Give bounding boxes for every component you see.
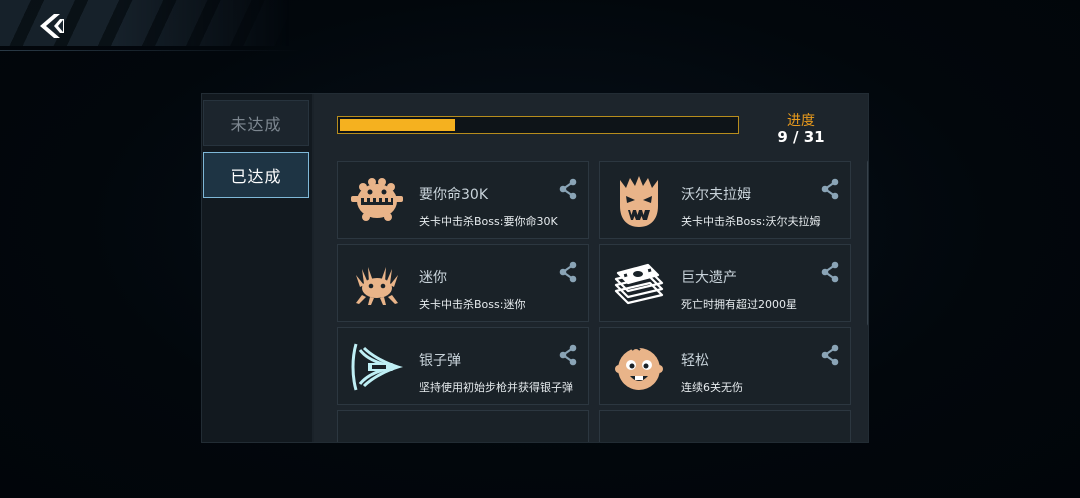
achievements-screen: 未达成 已达成 进度 9 / 31 要你命30K 关卡中击杀Boss:要你命30… bbox=[0, 0, 1080, 498]
achievement-card[interactable] bbox=[337, 410, 589, 442]
tab-completed[interactable]: 已达成 bbox=[203, 152, 309, 198]
achievement-desc: 关卡中击杀Boss:沃尔夫拉姆 bbox=[681, 215, 821, 228]
achievement-card[interactable]: 要你命30K 关卡中击杀Boss:要你命30K bbox=[337, 161, 589, 239]
progress-label: 进度 bbox=[787, 113, 815, 129]
silver-bullet-icon bbox=[351, 343, 404, 391]
share-icon[interactable] bbox=[819, 178, 841, 200]
achievement-card[interactable]: 沃尔夫拉姆 关卡中击杀Boss:沃尔夫拉姆 bbox=[599, 161, 851, 239]
achievement-desc: 坚持使用初始步枪并获得银子弹 bbox=[419, 381, 573, 394]
achievements-panel: 未达成 已达成 进度 9 / 31 要你命30K 关卡中击杀Boss:要你命30… bbox=[201, 93, 869, 443]
achievement-title: 沃尔夫拉姆 bbox=[681, 187, 751, 203]
tab-completed-label: 已达成 bbox=[230, 167, 282, 186]
achievement-title: 银子弹 bbox=[419, 353, 461, 369]
divider bbox=[0, 50, 300, 51]
top-bar bbox=[0, 0, 300, 52]
cash-stack-icon bbox=[614, 263, 664, 305]
achievement-card[interactable]: 巨大遗产 死亡时拥有超过2000星 bbox=[599, 244, 851, 322]
achievement-card[interactable]: 迷你 关卡中击杀Boss:迷你 bbox=[337, 244, 589, 322]
tab-incomplete[interactable]: 未达成 bbox=[203, 100, 309, 146]
achievement-title: 要你命30K bbox=[419, 187, 488, 203]
boss-30k-icon bbox=[351, 178, 403, 221]
achievement-desc: 死亡时拥有超过2000星 bbox=[681, 298, 797, 311]
back-arrow-icon bbox=[40, 14, 64, 38]
achievement-title: 巨大遗产 bbox=[681, 270, 737, 286]
share-icon[interactable] bbox=[557, 344, 579, 366]
share-icon[interactable] bbox=[819, 261, 841, 283]
share-icon[interactable] bbox=[819, 344, 841, 366]
share-icon[interactable] bbox=[557, 178, 579, 200]
progress-fill bbox=[340, 119, 455, 131]
scrollbar[interactable] bbox=[867, 160, 868, 326]
share-icon[interactable] bbox=[557, 261, 579, 283]
tab-incomplete-label: 未达成 bbox=[230, 115, 282, 134]
mini-crab-icon bbox=[356, 267, 398, 305]
achievement-card[interactable]: 轻松 连续6关无伤 bbox=[599, 327, 851, 405]
achievement-title: 迷你 bbox=[419, 270, 447, 286]
achievement-desc: 连续6关无伤 bbox=[681, 381, 743, 394]
wolfram-boss-icon bbox=[620, 176, 658, 227]
tab-column: 未达成 已达成 bbox=[202, 94, 312, 442]
achievement-card[interactable]: 银子弹 坚持使用初始步枪并获得银子弹 bbox=[337, 327, 589, 405]
smiling-face-icon bbox=[615, 347, 663, 390]
achievement-title: 轻松 bbox=[681, 353, 709, 369]
achievement-desc: 关卡中击杀Boss:要你命30K bbox=[419, 215, 558, 228]
achievement-card[interactable] bbox=[599, 410, 851, 442]
achievement-list-area: 进度 9 / 31 要你命30K 关卡中击杀Boss:要你命30K 沃尔夫拉姆 … bbox=[314, 94, 868, 442]
back-button[interactable] bbox=[30, 6, 74, 46]
achievement-desc: 关卡中击杀Boss:迷你 bbox=[419, 298, 526, 311]
progress-bar bbox=[337, 116, 739, 134]
progress-count: 9 / 31 bbox=[777, 128, 825, 146]
